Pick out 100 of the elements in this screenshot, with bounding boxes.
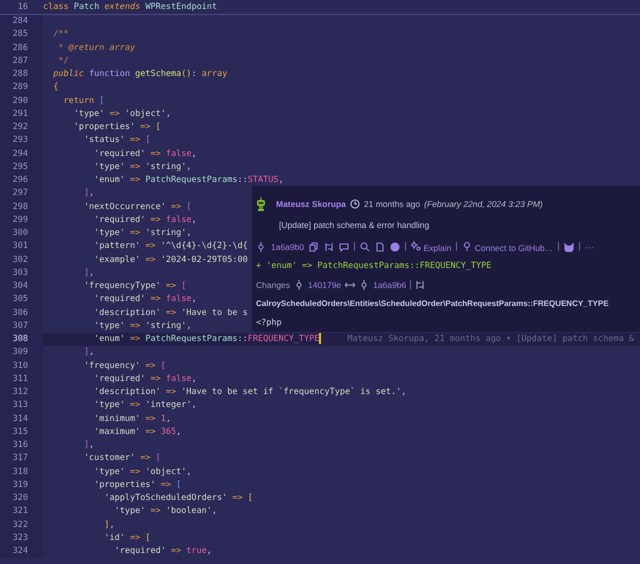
code-line: 'required' => true, xyxy=(114,546,212,556)
line-number: 319 xyxy=(0,478,43,492)
code-line: class Patch extends WPRestEndpoint xyxy=(43,2,218,12)
commit-message: [Update] patch schema & error handling xyxy=(279,220,430,230)
line-number: 297 xyxy=(0,187,43,200)
code-line: 'type' => 'string', xyxy=(93,162,192,172)
cat-icon[interactable] xyxy=(564,242,574,252)
line-number: 290 xyxy=(0,94,43,108)
line-number: 314 xyxy=(0,412,43,426)
commit-hash-link[interactable]: 140179e xyxy=(308,280,342,290)
line-number: 300 xyxy=(0,227,43,240)
line-number: 305 xyxy=(0,293,43,306)
code-line: /** xyxy=(52,29,69,40)
code-line: 'frequencyType' => [ xyxy=(82,281,186,291)
changes-label: Changes xyxy=(256,280,290,290)
line-number: 294 xyxy=(0,148,43,161)
code-line: 'type' => 'integer', xyxy=(93,400,197,410)
line-number: 320 xyxy=(0,492,43,506)
code-line: 'enum' => PatchRequestParams::STATUS, xyxy=(93,175,284,185)
code-line: 'required' => false, xyxy=(93,294,197,304)
relative-time: 21 months ago xyxy=(364,198,420,208)
code-line: 'status' => [ xyxy=(82,135,150,146)
copy-icon[interactable] xyxy=(309,242,320,252)
code-line: 'type' => 'object', xyxy=(72,108,171,119)
search-icon[interactable] xyxy=(360,242,370,252)
code-line: 'example' => '2024-02-29T05:00 xyxy=(93,254,248,264)
clock-icon xyxy=(350,198,360,208)
code-line: */ xyxy=(57,56,69,66)
code-line: 'properties' => [ xyxy=(72,122,161,132)
code-line: 'description' => 'Have to be s xyxy=(93,308,248,318)
text-cursor xyxy=(319,333,322,344)
commit-icon xyxy=(294,280,304,290)
code-line: 'type' => 'object', xyxy=(93,466,192,476)
code-line: 'maximum' => 365, xyxy=(93,426,182,437)
line-number: 311 xyxy=(0,372,43,386)
line-number: 284 xyxy=(0,15,43,28)
code-line: 'type' => 'boolean', xyxy=(114,506,218,516)
commit-icon xyxy=(256,242,266,252)
line-number: 291 xyxy=(0,108,43,121)
line-number: 308 xyxy=(0,333,43,346)
author-name[interactable]: Mateusz Skorupa xyxy=(276,198,346,208)
line-number: 312 xyxy=(0,386,43,400)
code-line: 'id' => [ xyxy=(103,532,150,543)
line-number: 286 xyxy=(0,42,43,55)
code-line: public function getSchema(): array xyxy=(52,69,228,79)
line-number: 16 xyxy=(16,1,29,14)
line-number: 323 xyxy=(0,532,43,545)
code-line: 'required' => false, xyxy=(93,214,197,225)
line-number: 317 xyxy=(0,452,43,466)
code-line: 'enum' => PatchRequestParams::FREQUENCY_TYPE xyxy=(93,334,320,344)
line-number: 324 xyxy=(0,545,43,558)
symbol-path: CalroyScheduledOrders\Entities\ScheduledOrder\PatchRequestParams::FREQUENCY_TYPE xyxy=(256,299,609,308)
line-number: 287 xyxy=(0,54,43,68)
line-number: 318 xyxy=(0,466,43,479)
code-line: 'customer' => [ xyxy=(82,453,161,464)
line-number: 310 xyxy=(0,360,43,373)
comment-icon[interactable] xyxy=(339,242,350,252)
file-icon[interactable] xyxy=(375,242,386,252)
code-line: ], xyxy=(82,440,94,450)
line-number: 304 xyxy=(0,280,43,294)
commit-date: (February 22nd, 2024 3:23 PM) xyxy=(424,198,543,208)
line-number: 313 xyxy=(0,399,43,412)
commit-hash-link[interactable]: 1a6a9b0 xyxy=(271,242,304,252)
code-line: ], xyxy=(82,188,94,198)
explain-link[interactable]: Explain xyxy=(411,240,452,252)
line-number: 306 xyxy=(0,306,43,320)
line-number: 289 xyxy=(0,81,43,94)
code-line: ], xyxy=(82,268,94,278)
sparkle-icon xyxy=(411,240,422,250)
line-number: 309 xyxy=(0,346,43,360)
robot-avatar-icon xyxy=(256,196,266,210)
code-line: { xyxy=(52,82,58,92)
compare-icon[interactable] xyxy=(415,280,426,290)
line-number: 292 xyxy=(0,121,43,134)
line-number: 295 xyxy=(0,160,43,174)
line-number: 322 xyxy=(0,518,43,532)
diff-line: + 'enum' => PatchRequestParams::FREQUENCY_TYPE xyxy=(256,260,492,270)
line-number: 315 xyxy=(0,426,43,439)
line-number: 321 xyxy=(0,505,43,518)
code-line: * @return array xyxy=(57,42,136,52)
line-number: 285 xyxy=(0,28,43,42)
code-line: 'applyToScheduledOrders' => [ xyxy=(103,493,253,503)
double-arrow-icon xyxy=(345,280,356,290)
compare-icon[interactable] xyxy=(324,242,334,252)
line-number: 298 xyxy=(0,200,43,214)
code-line: 'pattern' => '^\d{4}-\d{2}-\d{ xyxy=(93,241,248,252)
line-number: 288 xyxy=(0,68,43,82)
connect-link[interactable]: Connect to GitHub… xyxy=(462,240,554,252)
line-number: 303 xyxy=(0,266,43,280)
line-number: 296 xyxy=(0,174,43,188)
line-number: 307 xyxy=(0,320,43,333)
code-line: 'nextOccurrence' => [ xyxy=(82,202,192,212)
commit-icon xyxy=(359,280,370,290)
more-button[interactable]: ··· xyxy=(585,242,594,252)
code-line: ], xyxy=(82,347,94,358)
code-line: 'type' => 'string', xyxy=(93,320,192,331)
line-number: 299 xyxy=(0,214,43,227)
code-preview: <?php xyxy=(256,318,282,328)
commit-hash-link[interactable]: 1a6a9b6 xyxy=(373,280,406,290)
code-line: 'description' => 'Have to be set if `frequencyType` is set.', xyxy=(93,387,406,397)
